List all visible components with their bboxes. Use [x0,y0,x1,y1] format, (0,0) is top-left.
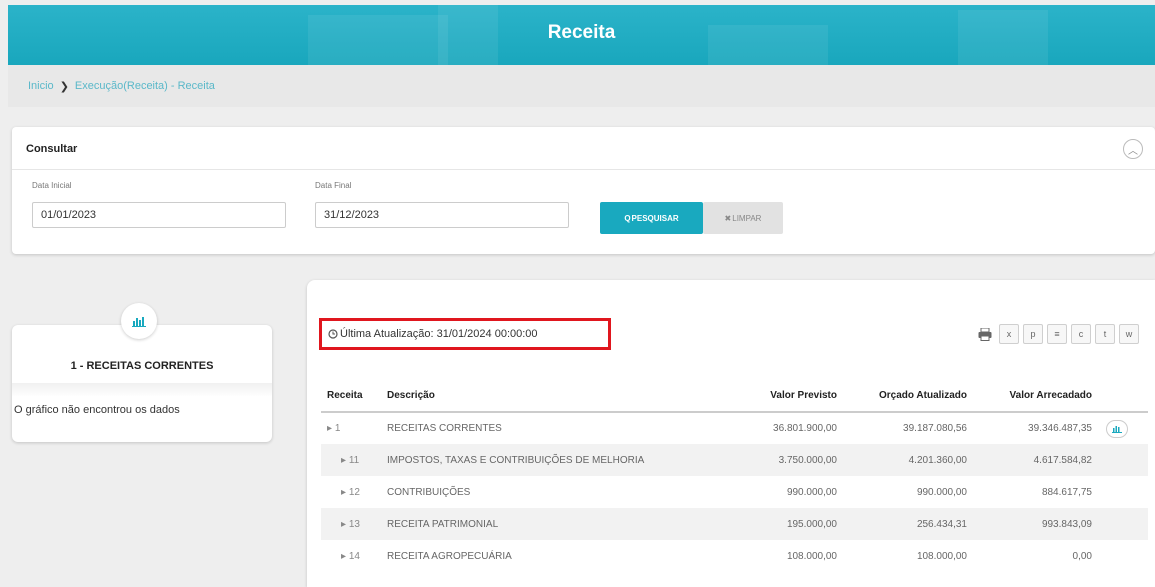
export-toolbar: x p ≡ c t w [975,324,1139,344]
row-orcado-atualizado: 990.000,00 [916,486,967,498]
col-valor-arrecadado[interactable]: Valor Arrecadado [967,380,1092,413]
row-code: 1 [334,423,341,434]
row-description: RECEITA PATRIMONIAL [387,508,707,540]
table-row[interactable]: ▸ 14 RECEITA AGROPECUÁRIA 108.000,00 108… [321,540,1148,572]
chart-empty-message: O gráfico não encontrou os dados [14,404,180,416]
breadcrumb-current[interactable]: Execução(Receita) - Receita [75,80,215,92]
row-valor-arrecadado: 4.617.584,82 [967,444,1092,476]
chevron-right-icon: ❯ [59,80,69,93]
row-actions [1092,444,1148,476]
last-update-box: Última Atualização: 31/01/2024 00:00:00 [319,318,611,350]
clock-icon [328,329,338,339]
bar-chart-icon[interactable] [1106,419,1128,438]
page-header: Receita [8,5,1155,65]
search-button[interactable]: Q PESQUISAR [600,202,703,234]
consultar-panel: Consultar ︿ Data Inicial 01/01/2023 Data… [12,127,1155,254]
consultar-title: Consultar [26,143,78,155]
col-valor-previsto[interactable]: Valor Previsto [707,380,837,413]
clear-button[interactable]: ✖ LIMPAR [703,202,783,234]
data-inicial-input[interactable]: 01/01/2023 [32,202,286,228]
row-code-cell: ▸ 12 [321,476,387,508]
row-actions [1092,476,1148,508]
bar-chart-icon [121,303,157,339]
row-description: RECEITAS CORRENTES [387,423,502,434]
row-valor-arrecadado: 884.617,75 [1041,486,1092,498]
row-code-cell: ▸ 13 [321,508,387,540]
last-update-text: Última Atualização: 31/01/2024 00:00:00 [340,328,538,340]
row-description: RECEITA AGROPECUÁRIA [387,550,512,562]
close-icon: ✖ [724,213,732,223]
col-actions [1092,380,1148,413]
row-valor-previsto: 3.750.000,00 [707,444,837,476]
search-button-label: PESQUISAR [631,213,679,223]
row-code: 14 [348,550,360,562]
print-icon[interactable] [975,324,995,344]
expand-icon[interactable]: ▸ [341,519,349,530]
row-code: 13 [348,518,360,530]
chevron-up-icon[interactable]: ︿ [1123,139,1143,159]
row-valor-arrecadado: 993.843,09 [967,508,1092,540]
row-code-cell: ▸ 14 [321,540,387,572]
row-code-cell: ▸ 1 [321,412,387,444]
row-valor-previsto: 108.000,00 [786,550,837,562]
col-descricao[interactable]: Descrição [387,380,707,413]
clear-button-label: LIMPAR [732,213,762,223]
row-actions [1092,412,1148,444]
expand-icon[interactable]: ▸ [341,487,349,498]
row-orcado-atualizado: 39.187.080,56 [903,423,967,434]
expand-icon[interactable]: ▸ [341,551,349,562]
search-icon: Q [624,213,631,223]
breadcrumb-home[interactable]: Inicio [28,80,54,92]
expand-icon[interactable]: ▸ [327,423,335,434]
row-valor-arrecadado: 39.346.487,35 [1028,423,1092,434]
data-final-input[interactable]: 31/12/2023 [315,202,569,228]
excel-icon[interactable]: x [999,324,1019,344]
col-orcado-atualizado[interactable]: Orçado Atualizado [837,380,967,413]
card-divider [12,383,272,397]
row-code: 11 [348,454,360,466]
chart-card: 1 - RECEITAS CORRENTES O gráfico não enc… [12,325,272,442]
data-inicial-label: Data Inicial [32,181,72,190]
row-valor-previsto: 990.000,00 [786,486,837,498]
row-actions [1092,508,1148,540]
row-code: 12 [348,486,360,498]
revenue-table-card: Última Atualização: 31/01/2024 00:00:00 … [307,280,1155,587]
row-orcado-atualizado: 4.201.360,00 [837,444,967,476]
csv-icon[interactable]: c [1071,324,1091,344]
row-description: IMPOSTOS, TAXAS E CONTRIBUIÇÕES DE MELHO… [387,444,707,476]
pdf-icon[interactable]: p [1023,324,1043,344]
chart-card-title: 1 - RECEITAS CORRENTES [70,360,214,372]
table-row[interactable]: ▸ 11 IMPOSTOS, TAXAS E CONTRIBUIÇÕES DE … [321,444,1148,476]
row-description: CONTRIBUIÇÕES [387,486,471,498]
table-row[interactable]: ▸ 1 RECEITAS CORRENTES 36.801.900,00 39.… [321,412,1148,444]
revenue-table: Receita Descrição Valor Previsto Orçado … [321,380,1148,572]
table-row[interactable]: ▸ 13 RECEITA PATRIMONIAL 195.000,00 256.… [321,508,1148,540]
page-title: Receita [547,22,616,43]
txt-icon[interactable]: t [1095,324,1115,344]
col-receita[interactable]: Receita [321,380,387,413]
row-orcado-atualizado: 108.000,00 [916,550,967,562]
xml-icon[interactable]: w [1119,324,1139,344]
row-orcado-atualizado: 256.434,31 [837,508,967,540]
row-valor-previsto: 195.000,00 [707,508,837,540]
row-actions [1092,540,1148,572]
table-header-row: Receita Descrição Valor Previsto Orçado … [321,380,1148,413]
breadcrumb: Inicio ❯ Execução(Receita) - Receita [8,65,1155,107]
divider [12,169,1155,170]
table-row[interactable]: ▸ 12 CONTRIBUIÇÕES 990.000,00 990.000,00… [321,476,1148,508]
data-final-label: Data Final [315,181,352,190]
row-valor-previsto: 36.801.900,00 [773,423,837,434]
expand-icon[interactable]: ▸ [341,455,349,466]
doc-icon[interactable]: ≡ [1047,324,1067,344]
row-code-cell: ▸ 11 [321,444,387,476]
row-valor-arrecadado: 0,00 [1072,550,1092,562]
